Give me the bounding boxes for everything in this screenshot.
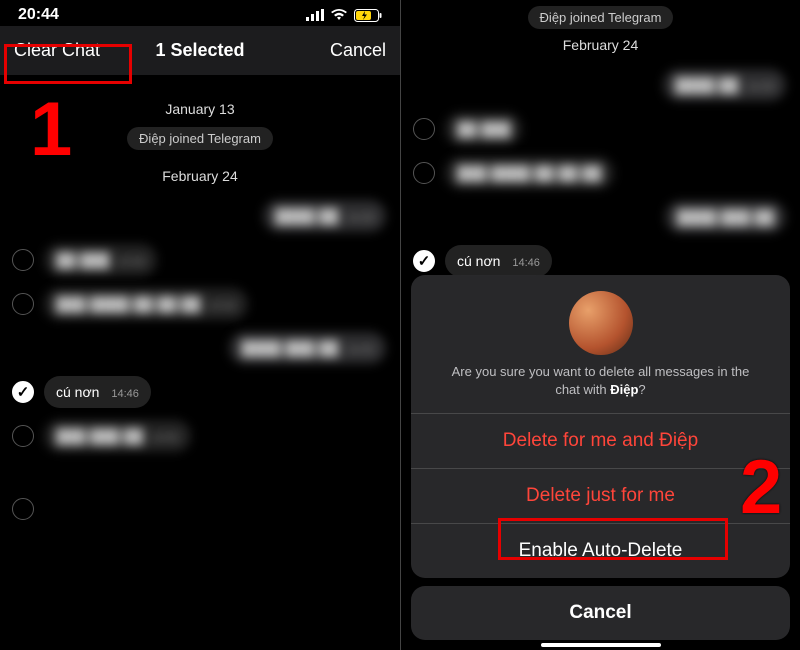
select-radio[interactable]: [12, 498, 34, 520]
system-message-joined: Điệp joined Telegram: [528, 6, 674, 29]
cancel-selection-button[interactable]: Cancel: [262, 40, 386, 61]
message-row[interactable]: [0, 458, 400, 560]
delete-action-sheet: Are you sure you want to delete all mess…: [411, 275, 790, 640]
delete-for-both-button[interactable]: Delete for me and Điệp: [411, 413, 790, 468]
date-separator: February 24: [401, 37, 800, 53]
message-row[interactable]: ████ ██14:28: [0, 194, 400, 238]
select-radio[interactable]: [12, 425, 34, 447]
contact-avatar: [569, 291, 633, 355]
select-radio[interactable]: [12, 249, 34, 271]
clear-chat-button[interactable]: Clear Chat: [14, 40, 138, 61]
enable-auto-delete-button[interactable]: Enable Auto-Delete: [411, 523, 790, 578]
screenshot-step-1: 20:44 Clear Chat 1 Selected Cancel Janua…: [0, 0, 400, 650]
wifi-icon: [330, 9, 348, 21]
message-row-selected[interactable]: cú nơn 14:46: [0, 370, 400, 414]
message-row[interactable]: ███ ███ ██14:50: [0, 414, 400, 458]
cancel-button[interactable]: Cancel: [411, 586, 790, 640]
message-row[interactable]: ███ ████ ██ ██ ██14:32: [0, 282, 400, 326]
status-bar: 20:44: [0, 0, 400, 26]
battery-charging-icon: [354, 9, 382, 22]
message-row[interactable]: ██ ███14:30: [0, 238, 400, 282]
date-separator: February 24: [0, 168, 400, 184]
selection-header: Clear Chat 1 Selected Cancel: [0, 26, 400, 75]
cellular-icon: [306, 9, 324, 21]
message-row[interactable]: ████ ███ ██14:40: [0, 326, 400, 370]
confirm-message: Are you sure you want to delete all mess…: [411, 363, 790, 413]
home-indicator[interactable]: [541, 643, 661, 647]
delete-for-me-button[interactable]: Delete just for me: [411, 468, 790, 523]
date-separator: January 13: [0, 101, 400, 117]
select-radio[interactable]: [12, 293, 34, 315]
message-text: cú nơn: [56, 384, 99, 400]
chat-area[interactable]: January 13 Điệp joined Telegram February…: [0, 75, 400, 560]
message-time: 14:46: [111, 388, 139, 400]
select-radio-checked[interactable]: [12, 381, 34, 403]
select-radio-checked[interactable]: [413, 250, 435, 272]
system-message-joined: Điệp joined Telegram: [127, 127, 273, 150]
selection-count: 1 Selected: [138, 40, 262, 61]
status-time: 20:44: [18, 6, 59, 24]
status-icons: [306, 9, 382, 22]
screenshot-step-2: Điệp joined Telegram February 24 ████ ██…: [400, 0, 800, 650]
